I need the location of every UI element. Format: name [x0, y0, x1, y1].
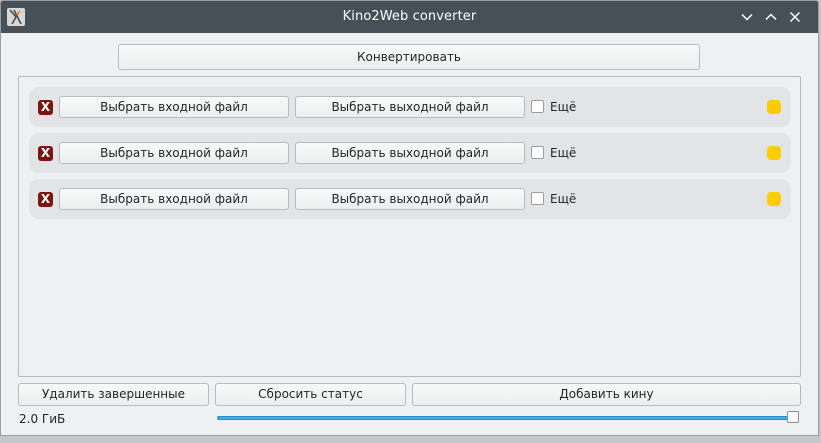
- select-output-file-button[interactable]: Выбрать выходной файл: [295, 142, 525, 164]
- more-options-checkbox[interactable]: [531, 100, 544, 113]
- job-status-indicator: [767, 192, 781, 206]
- more-options-label[interactable]: Ещё: [550, 192, 576, 207]
- more-options-checkbox[interactable]: [531, 146, 544, 159]
- select-output-file-button[interactable]: Выбрать выходной файл: [295, 96, 525, 118]
- window-title: Kino2Web converter: [342, 9, 477, 24]
- job-row: X Выбрать входной файл Выбрать выходной …: [29, 179, 791, 219]
- size-slider-handle[interactable]: [787, 411, 799, 423]
- job-row: X Выбрать входной файл Выбрать выходной …: [29, 87, 791, 127]
- job-status-indicator: [767, 100, 781, 114]
- job-status-indicator: [767, 146, 781, 160]
- more-options-label[interactable]: Ещё: [550, 146, 576, 161]
- title-bar[interactable]: Kino2Web converter: [1, 1, 818, 33]
- select-input-file-button[interactable]: Выбрать входной файл: [59, 142, 289, 164]
- more-options-label[interactable]: Ещё: [550, 100, 576, 115]
- job-row: X Выбрать входной файл Выбрать выходной …: [29, 133, 791, 173]
- select-input-file-button[interactable]: Выбрать входной файл: [59, 96, 289, 118]
- size-slider-track[interactable]: [217, 416, 799, 420]
- job-list[interactable]: X Выбрать входной файл Выбрать выходной …: [18, 76, 801, 377]
- select-input-file-button[interactable]: Выбрать входной файл: [59, 188, 289, 210]
- close-icon[interactable]: [787, 9, 803, 25]
- convert-button[interactable]: Конвертировать: [118, 44, 700, 70]
- remove-finished-button[interactable]: Удалить завершенные: [18, 383, 209, 406]
- remove-job-icon[interactable]: X: [38, 146, 53, 161]
- more-options-checkbox[interactable]: [531, 192, 544, 205]
- size-label: 2.0 ГиБ: [19, 412, 66, 426]
- minimize-chevron-down-icon[interactable]: [739, 9, 755, 25]
- remove-job-icon[interactable]: X: [38, 192, 53, 207]
- add-job-button[interactable]: Добавить кину: [412, 383, 801, 406]
- maximize-chevron-up-icon[interactable]: [763, 9, 779, 25]
- reset-status-button[interactable]: Сбросить статус: [215, 383, 406, 406]
- main-window: Kino2Web converter Конвертировать X Выбр…: [0, 0, 819, 436]
- select-output-file-button[interactable]: Выбрать выходной файл: [295, 188, 525, 210]
- remove-job-icon[interactable]: X: [38, 100, 53, 115]
